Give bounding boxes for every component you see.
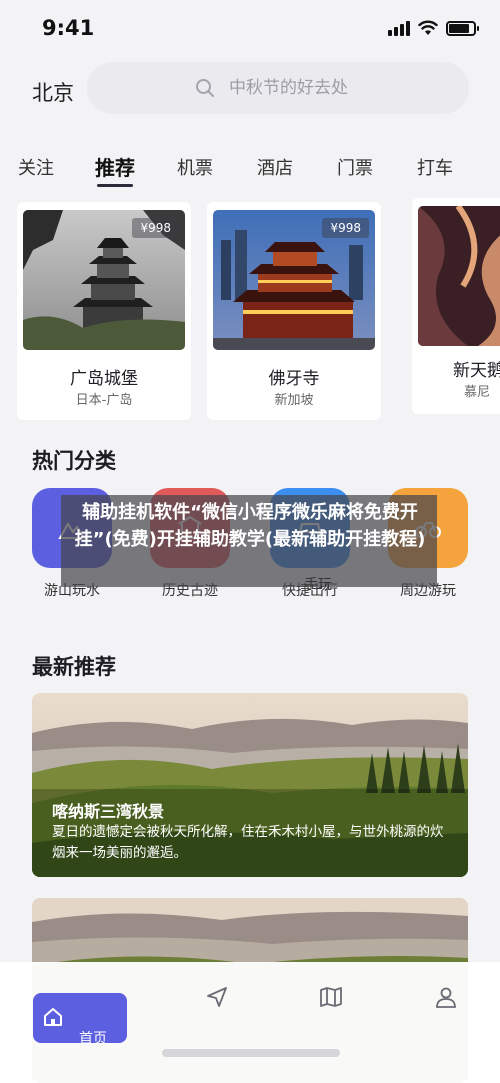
tab-recommend[interactable]: 推荐	[95, 152, 135, 181]
search-input[interactable]	[229, 76, 449, 100]
destination-location: 慕尼	[463, 385, 490, 400]
latest-title: 最新推荐	[32, 655, 116, 679]
status-time: 9:41	[42, 16, 95, 40]
tab-hotels[interactable]: 酒店	[257, 154, 293, 180]
nav-home-label: 首页	[79, 1031, 107, 1047]
home-indicator	[162, 1049, 340, 1057]
destination-card[interactable]: ¥998 广岛城堡 日本-广岛	[17, 202, 191, 420]
feature-description: 夏日的遗憾定会被秋天所化解，住在禾木村小屋，与世外桃源的炊烟来一场美丽的邂逅。	[52, 824, 444, 861]
price-badge: ¥998	[132, 218, 179, 238]
city-selector[interactable]: 北京	[32, 77, 74, 107]
feature-title: 喀纳斯三湾秋景	[52, 802, 165, 821]
search-icon	[196, 79, 214, 97]
destination-card[interactable]: ¥998 佛牙寺 新加坡	[207, 202, 381, 420]
overlay-banner-text: 辅助挂机软件“微信小程序微乐麻将免费开挂”(免费)开挂辅助教学(最新辅助开挂教程…	[74, 502, 426, 550]
signal-icon	[388, 20, 410, 36]
destination-name: 广岛城堡	[70, 369, 138, 389]
price-badge: ¥998	[322, 218, 369, 238]
hot-categories-title: 热门分类	[32, 449, 116, 473]
map-icon[interactable]	[319, 985, 343, 1009]
wifi-icon	[418, 20, 438, 35]
tab-follow[interactable]: 关注	[18, 154, 54, 180]
overlay-partial-text: 手玩	[304, 577, 332, 593]
tab-tickets[interactable]: 门票	[337, 154, 373, 180]
destination-location: 日本-广岛	[75, 393, 133, 408]
home-icon	[44, 1008, 62, 1026]
category-tabs: 关注 推荐 机票 酒店 门票 打车	[0, 150, 500, 190]
user-icon[interactable]	[434, 985, 458, 1009]
search-bar[interactable]	[87, 62, 469, 114]
status-icons	[388, 20, 479, 36]
battery-icon	[446, 20, 479, 36]
destination-location: 新加坡	[274, 393, 314, 408]
destination-card[interactable]: 新天鹅 慕尼	[412, 198, 500, 414]
destination-name: 佛牙寺	[268, 369, 320, 389]
destination-name: 新天鹅	[453, 361, 500, 381]
send-icon[interactable]	[205, 985, 229, 1009]
tab-flights[interactable]: 机票	[177, 154, 213, 180]
active-tab-indicator	[97, 184, 133, 187]
tab-taxi[interactable]: 打车	[417, 154, 453, 180]
destination-photo	[418, 206, 500, 346]
status-bar: 9:41	[0, 0, 500, 60]
